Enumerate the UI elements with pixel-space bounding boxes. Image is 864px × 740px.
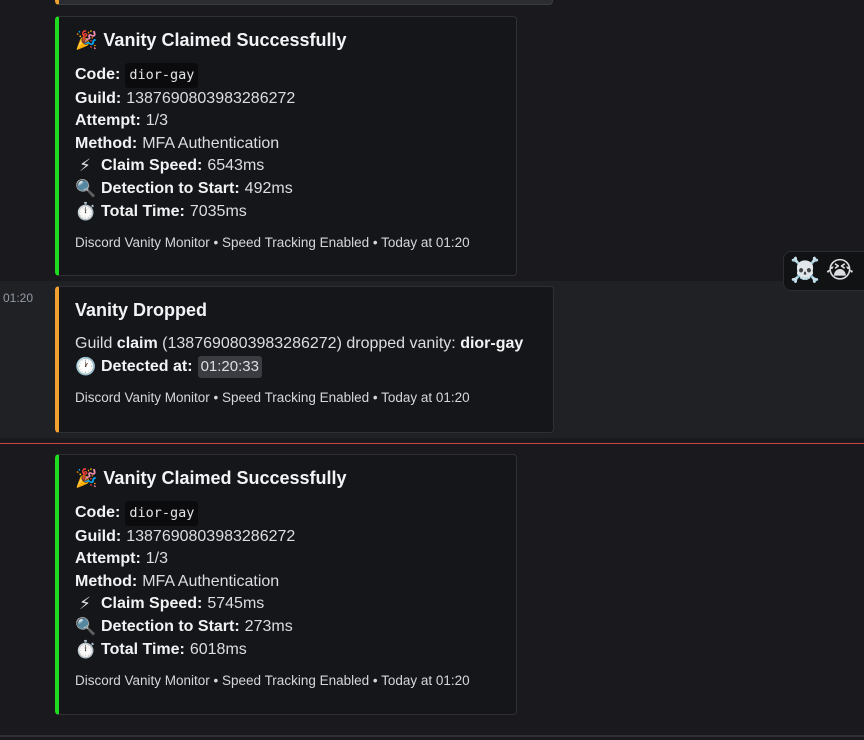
attempt-label: Attempt: (75, 550, 141, 568)
total-time-field: ⏱️ Total Time: 6018ms (75, 639, 500, 662)
guild-label: Guild: (75, 527, 122, 545)
total-time-label: Total Time: (101, 202, 185, 220)
desc-prefix: Guild (75, 335, 117, 352)
detection-label: Detection to Start: (101, 179, 240, 197)
guild-field: Guild: 1387690803983286272 (75, 526, 500, 549)
party-popper-icon: 🎉 (75, 30, 98, 50)
vanity-dropped-embed: Vanity Dropped Guild claim (138769080398… (55, 286, 554, 433)
guild-value: 1387690803983286272 (126, 89, 296, 107)
message-timestamp[interactable]: 01:20 (3, 291, 33, 305)
lightning-icon: ⚡ (79, 594, 91, 614)
total-time-value: 6018ms (189, 640, 247, 658)
method-value: MFA Authentication (142, 134, 280, 152)
clock-icon: 🕐 (75, 356, 97, 376)
stopwatch-icon: ⏱️ (75, 639, 97, 659)
detected-at-field: 🕐 Detected at: 01:20:33 (75, 355, 537, 379)
embed-title-text: Vanity Claimed Successfully (103, 30, 347, 50)
code-value: dior-gay (125, 501, 199, 526)
embed-title-text: Vanity Claimed Successfully (103, 468, 347, 488)
code-field: Code: dior-gay (75, 63, 500, 88)
embed-footer: Discord Vanity Monitor • Speed Tracking … (75, 390, 470, 406)
total-time-value: 7035ms (189, 202, 247, 220)
attempt-field: Attempt: 1/3 (75, 548, 500, 571)
new-messages-divider (0, 443, 864, 444)
detection-value: 273ms (244, 617, 293, 635)
desc-vanity: dior-gay (460, 335, 524, 352)
stopwatch-icon: ⏱️ (75, 201, 97, 221)
embed-title: Vanity Dropped (75, 300, 537, 321)
detection-field: 🔍 Detection to Start: 273ms (75, 616, 500, 639)
embed-title-text: Vanity Dropped (75, 300, 208, 320)
desc-guild-name: claim (116, 335, 158, 352)
magnifier-icon: 🔍 (75, 616, 97, 636)
code-label: Code: (75, 66, 121, 83)
attempt-field: Attempt: 1/3 (75, 110, 500, 133)
magnifier-icon: 🔍 (75, 178, 97, 198)
attempt-label: Attempt: (75, 112, 141, 130)
desc-middle: (1387690803983286272) dropped vanity: (157, 335, 461, 352)
attempt-value: 1/3 (145, 550, 169, 568)
party-popper-icon: 🎉 (75, 468, 98, 488)
claim-speed-label: Claim Speed: (101, 157, 203, 175)
dropped-description: Guild claim (1387690803983286272) droppe… (75, 333, 537, 356)
embed-title: 🎉 Vanity Claimed Successfully (75, 468, 500, 489)
detection-label: Detection to Start: (101, 617, 240, 635)
code-value: dior-gay (125, 63, 199, 88)
guild-value: 1387690803983286272 (126, 527, 296, 545)
lightning-icon: ⚡ (79, 156, 91, 176)
method-field: Method: MFA Authentication (75, 133, 500, 156)
method-label: Method: (75, 134, 138, 152)
detected-at-label: Detected at: (101, 357, 193, 375)
embed-title: 🎉 Vanity Claimed Successfully (75, 30, 500, 51)
claim-speed-field: ⚡ Claim Speed: 5745ms (75, 593, 500, 616)
detection-value: 492ms (244, 179, 293, 197)
claim-speed-value: 6543ms (207, 157, 265, 175)
guild-label: Guild: (75, 89, 122, 107)
bottom-divider (0, 735, 864, 737)
code-label: Code: (75, 504, 121, 521)
method-value: MFA Authentication (142, 572, 280, 590)
vanity-claimed-embed: 🎉 Vanity Claimed Successfully Code: dior… (55, 16, 517, 276)
method-field: Method: MFA Authentication (75, 571, 500, 594)
total-time-label: Total Time: (101, 640, 185, 658)
embed-footer: Discord Vanity Monitor • Speed Tracking … (75, 673, 470, 689)
detection-field: 🔍 Detection to Start: 492ms (75, 178, 500, 201)
loudly-crying-face-icon[interactable]: 😭 (826, 259, 854, 283)
skull-crossbones-icon[interactable]: ☠️ (790, 259, 820, 283)
vanity-claimed-embed: 🎉 Vanity Claimed Successfully Code: dior… (55, 454, 517, 715)
embed-footer: Discord Vanity Monitor • Speed Tracking … (75, 235, 470, 251)
claim-speed-label: Claim Speed: (101, 595, 203, 613)
quick-reactions-bar[interactable]: ☠️ 😭 (783, 251, 864, 291)
claim-speed-value: 5745ms (207, 595, 265, 613)
guild-field: Guild: 1387690803983286272 (75, 88, 500, 111)
attempt-value: 1/3 (145, 112, 169, 130)
detected-at-value: 01:20:33 (197, 355, 262, 379)
method-label: Method: (75, 572, 138, 590)
previous-embed-edge (55, 0, 553, 5)
code-field: Code: dior-gay (75, 501, 500, 526)
claim-speed-field: ⚡ Claim Speed: 6543ms (75, 155, 500, 178)
total-time-field: ⏱️ Total Time: 7035ms (75, 201, 500, 224)
